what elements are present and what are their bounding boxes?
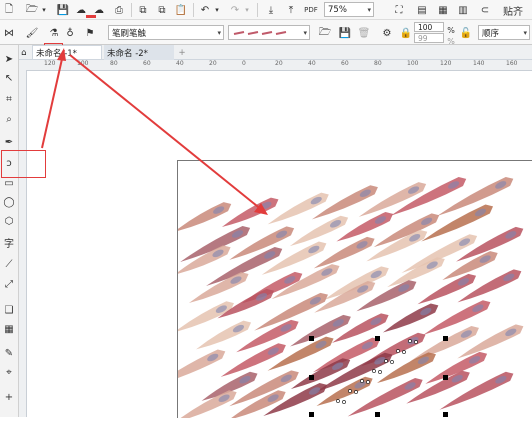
arrow-line-up (41, 49, 65, 149)
arrow-line-down (69, 54, 263, 211)
arrow-head-up (57, 48, 66, 61)
annotation-arrows (41, 48, 268, 215)
